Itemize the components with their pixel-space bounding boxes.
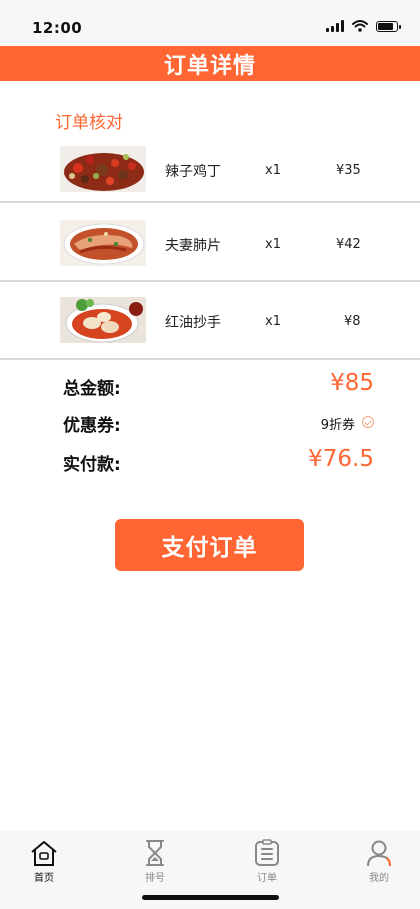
item-name: 红油抄手 bbox=[165, 315, 221, 331]
tab-orders[interactable]: 订单 bbox=[237, 839, 297, 884]
check-circle-icon[interactable] bbox=[362, 416, 374, 428]
divider bbox=[0, 358, 420, 360]
wifi-icon bbox=[352, 20, 368, 32]
hourglass-icon bbox=[146, 840, 164, 866]
battery-icon bbox=[376, 20, 401, 32]
user-icon bbox=[367, 840, 391, 867]
paid-label: 实付款: bbox=[63, 455, 121, 475]
total-label: 总金额: bbox=[63, 379, 121, 399]
beef-slices-photo bbox=[60, 220, 146, 266]
spicy-chicken-photo bbox=[60, 146, 146, 192]
item-quantity: x1 bbox=[265, 163, 281, 178]
order-item: 红油抄手 x1 ¥8 bbox=[0, 297, 420, 353]
tab-label: 订单 bbox=[257, 873, 277, 884]
tab-queue[interactable]: 排号 bbox=[125, 839, 185, 884]
item-quantity: x1 bbox=[265, 237, 281, 252]
tab-home[interactable]: 首页 bbox=[14, 839, 74, 884]
order-item: 辣子鸡丁 x1 ¥35 bbox=[0, 146, 420, 202]
status-time: 12:00 bbox=[32, 19, 83, 37]
tab-profile[interactable]: 我的 bbox=[349, 839, 409, 884]
tab-label: 排号 bbox=[145, 873, 165, 884]
page-header: 订单详情 bbox=[0, 46, 420, 81]
tab-label: 首页 bbox=[34, 873, 54, 884]
home-icon bbox=[31, 841, 57, 866]
page-title: 订单详情 bbox=[163, 53, 256, 79]
order-item: 夫妻肺片 x1 ¥42 bbox=[0, 220, 420, 276]
wonton-photo bbox=[60, 297, 146, 343]
section-title-order-check: 订单核对 bbox=[55, 113, 123, 133]
divider bbox=[0, 201, 420, 203]
total-value: ¥85 bbox=[330, 370, 374, 396]
home-indicator bbox=[142, 895, 279, 900]
item-price: ¥35 bbox=[336, 163, 361, 178]
pay-order-button[interactable]: 支付订单 bbox=[115, 519, 304, 571]
status-bar: 12:00 bbox=[0, 0, 420, 46]
item-quantity: x1 bbox=[265, 314, 281, 329]
cellular-signal-icon bbox=[326, 20, 344, 32]
paid-value: ¥76.5 bbox=[308, 446, 374, 472]
coupon-label: 优惠券: bbox=[63, 416, 121, 436]
item-price: ¥8 bbox=[344, 314, 361, 329]
tab-label: 我的 bbox=[369, 873, 389, 884]
status-icons bbox=[326, 20, 401, 32]
order-list-icon bbox=[255, 839, 279, 866]
item-name: 夫妻肺片 bbox=[165, 238, 221, 254]
divider bbox=[0, 280, 420, 282]
item-price: ¥42 bbox=[336, 237, 361, 252]
item-name: 辣子鸡丁 bbox=[165, 164, 221, 180]
coupon-value[interactable]: 9折券 bbox=[321, 414, 355, 433]
